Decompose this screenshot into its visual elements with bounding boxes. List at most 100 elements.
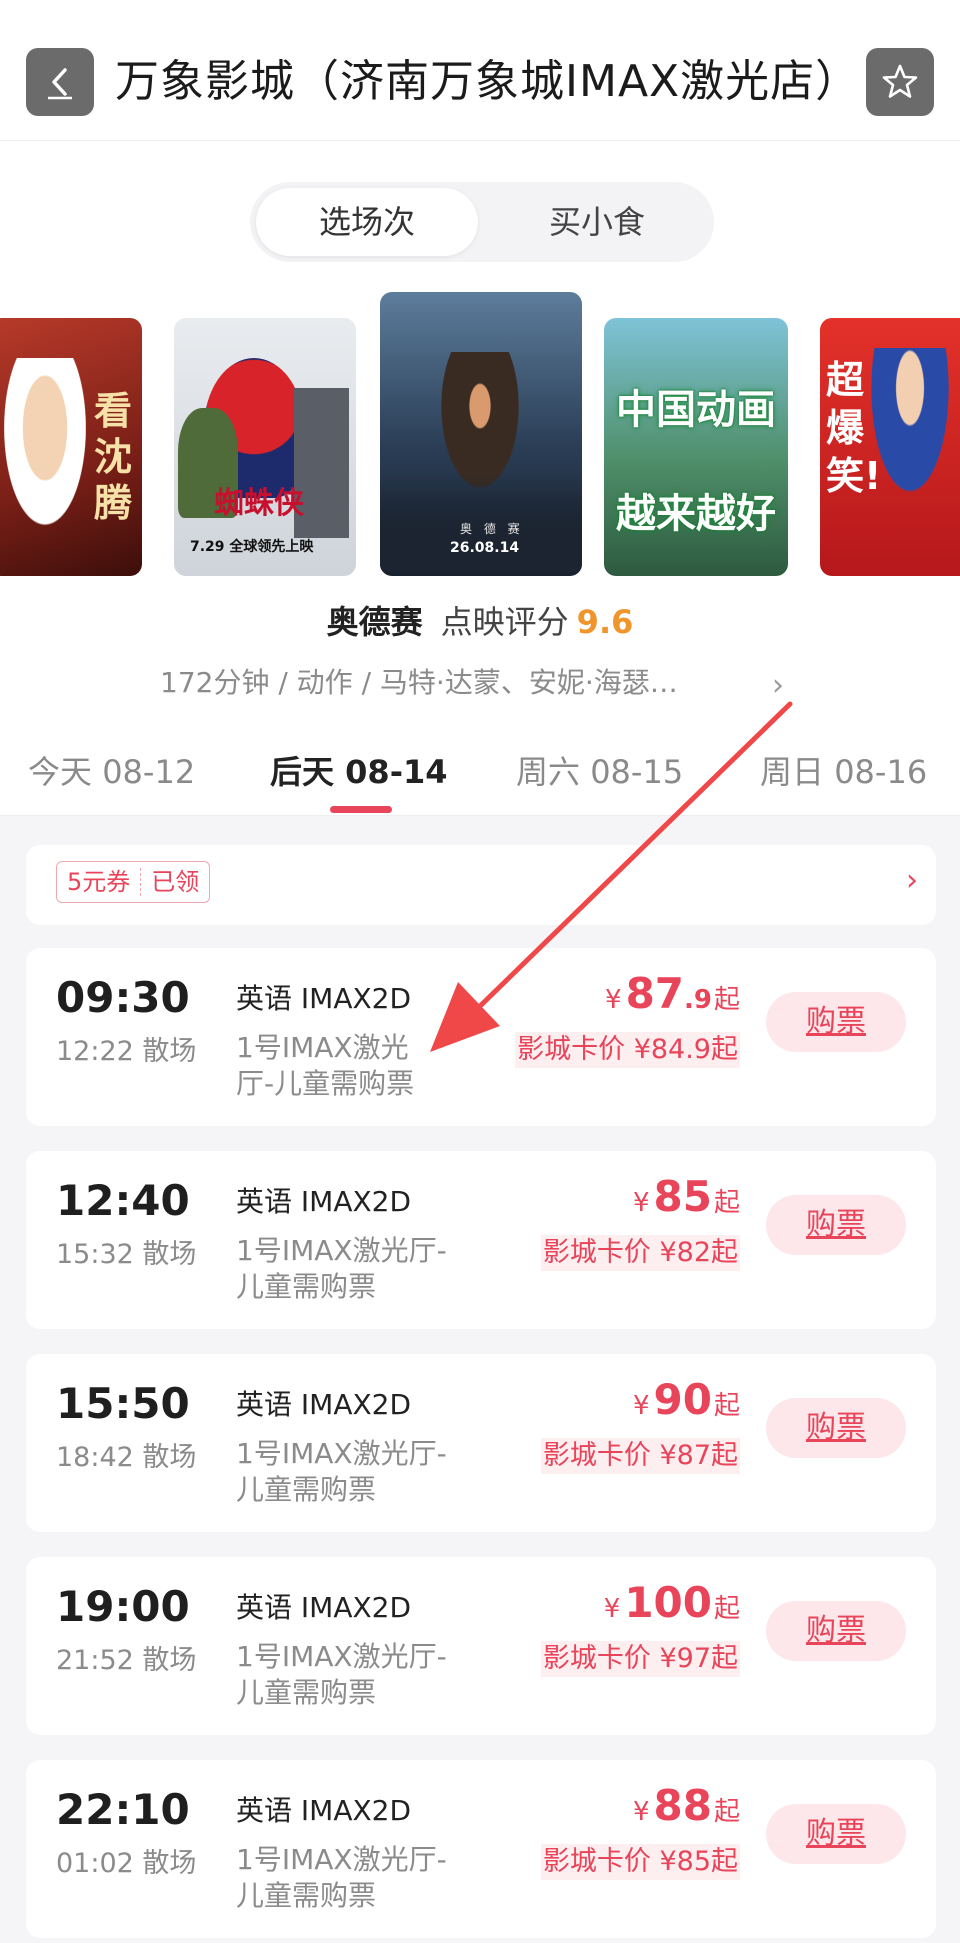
end-time: 18:42 散场 (56, 1442, 197, 1473)
date-tab-0815[interactable]: 周六 08-15 (516, 748, 683, 796)
end-time: 12:22 散场 (56, 1036, 197, 1067)
poster-4[interactable]: 中国动画 越来越好 (604, 318, 788, 576)
coupon-badge: 5元券 已领 (56, 861, 211, 903)
poster-3-text: 26.08.14 (450, 540, 520, 556)
poster-5[interactable]: 超爆笑! (820, 318, 960, 576)
date-tab-0814[interactable]: 后天 08-14 (270, 748, 448, 796)
end-time: 15:32 散场 (56, 1239, 197, 1270)
hall-line-1: 1号IMAX激光厅- (236, 1234, 447, 1267)
hall-line-1: 1号IMAX激光厅- (236, 1437, 447, 1470)
poster-4-text: 中国动画 越来越好 (616, 387, 776, 537)
chevron-right-icon[interactable]: › (906, 863, 918, 898)
showtime-card[interactable]: 19:00 21:52 散场 英语 IMAX2D 1号IMAX激光厅- 儿童需购… (26, 1557, 936, 1735)
end-time: 01:02 散场 (56, 1848, 197, 1879)
price: ¥88起 (633, 1778, 740, 1834)
hall-info: 1号IMAX激光厅- 儿童需购票 (236, 1436, 447, 1508)
star-icon (882, 64, 918, 98)
member-card-price: 影城卡价 ¥87起 (540, 1438, 740, 1474)
date-tab-day: 后天 (270, 753, 335, 791)
date-tab-date: 08-15 (590, 753, 684, 791)
start-time: 22:10 (56, 1785, 190, 1834)
score-value: 9.6 (576, 603, 634, 641)
hall-info: 1号IMAX激光 厅-儿童需购票 (236, 1030, 414, 1102)
movie-meta[interactable]: 172分钟 / 动作 / 马特·达蒙、安妮·海瑟… (160, 660, 800, 706)
yen-symbol: ¥ (632, 1391, 650, 1421)
hall-info: 1号IMAX激光厅- 儿童需购票 (236, 1842, 447, 1914)
hall-line-1: 1号IMAX激光厅- (236, 1843, 447, 1876)
price: ¥87.9起 (605, 966, 740, 1022)
showtime-card[interactable]: 22:10 01:02 散场 英语 IMAX2D 1号IMAX激光厅- 儿童需购… (26, 1760, 936, 1938)
hall-info: 1号IMAX激光厅- 儿童需购票 (236, 1639, 447, 1711)
poster-carousel[interactable]: 看沈腾 蜘蛛侠 7.29 全球领先上映 奥 德 赛 26.08.14 中国动画 … (0, 290, 960, 590)
yen-symbol: ¥ (632, 1188, 650, 1218)
chevron-right-icon[interactable]: › (772, 668, 784, 703)
poster-1-text: 看沈腾 (94, 389, 133, 525)
buy-ticket-button[interactable]: 购票 (766, 1601, 906, 1661)
poster-3[interactable]: 奥 德 赛 26.08.14 (380, 292, 582, 576)
hall-line-2: 儿童需购票 (236, 1676, 377, 1709)
back-arrow-icon (48, 68, 72, 100)
start-time: 19:00 (56, 1582, 190, 1631)
mode-segmented-control: 选场次 买小食 (250, 182, 714, 262)
buy-ticket-button[interactable]: 购票 (766, 1804, 906, 1864)
hall-line-2: 儿童需购票 (236, 1473, 377, 1506)
poster-1[interactable]: 看沈腾 (0, 318, 142, 576)
buy-ticket-button[interactable]: 购票 (766, 992, 906, 1052)
score-label: 点映评分 (440, 603, 569, 641)
yen-symbol: ¥ (605, 985, 622, 1015)
page-title: 万象影城（济南万象城IMAX激光店） (115, 56, 855, 107)
start-time: 12:40 (56, 1176, 190, 1225)
price-integer: 88 (653, 1781, 712, 1830)
price-suffix: 起 (713, 1188, 740, 1218)
movie-title-row: 奥德赛 点映评分 9.6 (0, 598, 960, 646)
member-card-price: 影城卡价 ¥82起 (540, 1235, 740, 1271)
start-time: 15:50 (56, 1379, 190, 1428)
showtime-card[interactable]: 09:30 12:22 散场 英语 IMAX2D 1号IMAX激光 厅-儿童需购… (26, 948, 936, 1126)
price-suffix: 起 (713, 985, 740, 1015)
date-tab-date: 08-16 (834, 753, 928, 791)
date-tab-day: 今天 (28, 753, 93, 791)
language-format: 英语 IMAX2D (236, 1591, 412, 1624)
yen-symbol: ¥ (603, 1594, 621, 1624)
hall-line-2: 儿童需购票 (236, 1270, 377, 1303)
date-tab-0812[interactable]: 今天 08-12 (28, 748, 195, 796)
tab-select-showtime[interactable]: 选场次 (256, 188, 478, 256)
coupon-bar[interactable]: 5元券 已领 › (26, 845, 936, 925)
price-integer: 85 (653, 1172, 712, 1221)
date-tab-date: 08-14 (345, 753, 448, 791)
hall-line-1: 1号IMAX激光厅- (236, 1640, 447, 1673)
price-suffix: 起 (713, 1391, 740, 1421)
buy-ticket-button[interactable]: 购票 (766, 1398, 906, 1458)
price-decimal: .9 (684, 985, 712, 1015)
price: ¥90起 (633, 1372, 740, 1428)
price-suffix: 起 (713, 1797, 740, 1827)
poster-2[interactable]: 蜘蛛侠 7.29 全球领先上映 (174, 318, 356, 576)
date-tab-day: 周六 (516, 753, 581, 791)
date-tab-date: 08-12 (102, 753, 196, 791)
buy-ticket-button[interactable]: 购票 (766, 1195, 906, 1255)
language-format: 英语 IMAX2D (236, 1388, 412, 1421)
movie-name: 奥德赛 (326, 603, 423, 641)
tab-buy-snacks[interactable]: 买小食 (486, 188, 708, 256)
language-format: 英语 IMAX2D (236, 1794, 412, 1827)
back-button[interactable] (26, 48, 94, 116)
coupon-status: 已领 (151, 868, 200, 896)
language-format: 英语 IMAX2D (236, 1185, 412, 1218)
showtime-card[interactable]: 15:50 18:42 散场 英语 IMAX2D 1号IMAX激光厅- 儿童需购… (26, 1354, 936, 1532)
active-tab-indicator (330, 806, 392, 813)
hall-line-1: 1号IMAX激光 (236, 1031, 409, 1064)
member-card-price: 影城卡价 ¥97起 (540, 1641, 740, 1677)
price-suffix: 起 (713, 1594, 740, 1624)
end-time: 21:52 散场 (56, 1645, 197, 1676)
language-format: 英语 IMAX2D (236, 982, 412, 1015)
showtime-card[interactable]: 12:40 15:32 散场 英语 IMAX2D 1号IMAX激光厅- 儿童需购… (26, 1151, 936, 1329)
poster-5-text: 超爆笑! (826, 358, 882, 498)
date-tab-day: 周日 (760, 753, 825, 791)
hall-line-2: 厅-儿童需购票 (236, 1067, 415, 1100)
price: ¥100起 (604, 1575, 740, 1631)
favorite-button[interactable] (866, 48, 934, 116)
header: 万象影城（济南万象城IMAX激光店） (0, 0, 960, 141)
date-tab-0816[interactable]: 周日 08-16 (760, 748, 927, 796)
start-time: 09:30 (56, 973, 190, 1022)
price-integer: 90 (653, 1375, 712, 1424)
